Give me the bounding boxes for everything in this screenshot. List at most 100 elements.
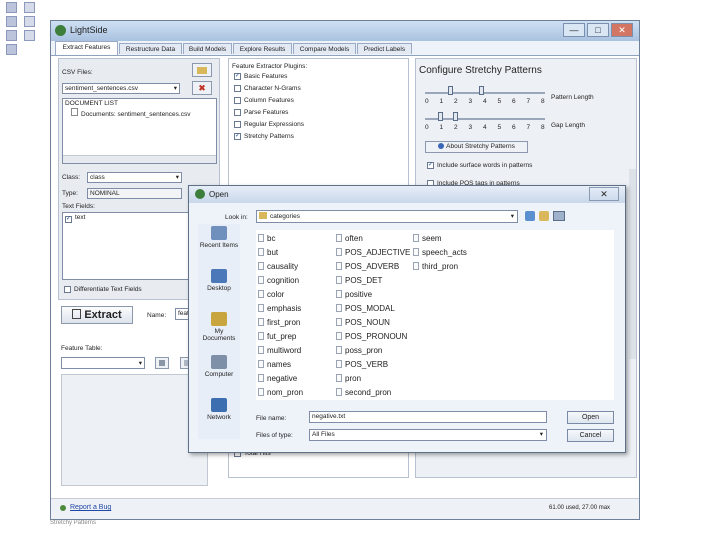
text-field-checkbox[interactable]: ✓ xyxy=(65,216,72,223)
tab-compare-models[interactable]: Compare Models xyxy=(293,43,356,54)
pattern-length-min-thumb[interactable] xyxy=(448,86,453,95)
plugin-label-basic[interactable]: Basic Features xyxy=(244,72,287,81)
file-list-item[interactable]: second_pron xyxy=(336,386,391,399)
look-in-select[interactable]: categories ▾ xyxy=(256,210,518,223)
file-list[interactable]: bc but causality cognition color emphasis firs… xyxy=(256,230,614,400)
file-list-item[interactable]: negative xyxy=(258,372,297,385)
cancel-button[interactable]: Cancel xyxy=(567,429,614,442)
csv-file-select[interactable]: sentiment_sentences.csv ▾ xyxy=(62,83,180,94)
file-list-item[interactable]: pron xyxy=(336,372,361,385)
file-list-item[interactable]: positive xyxy=(336,288,372,301)
pattern-length-track[interactable] xyxy=(425,92,545,94)
file-list-item[interactable]: speech_acts xyxy=(413,246,467,259)
file-list-item[interactable]: third_pron xyxy=(413,260,458,273)
tab-predict-labels[interactable]: Predict Labels xyxy=(357,43,412,54)
surface-words-checkbox[interactable]: ✓ xyxy=(427,162,434,169)
minimize-button[interactable]: — xyxy=(563,23,585,37)
plugin-checkbox-column[interactable] xyxy=(234,97,241,104)
plugin-checkbox-parse[interactable] xyxy=(234,109,241,116)
file-list-item[interactable]: POS_VERB xyxy=(336,358,388,371)
file-name: second_pron xyxy=(345,388,392,397)
tab-explore-results[interactable]: Explore Results xyxy=(233,43,292,54)
file-list-item[interactable]: multiword xyxy=(258,344,301,357)
plugin-checkbox-regex[interactable] xyxy=(234,121,241,128)
plugin-checkbox-basic[interactable]: ✓ xyxy=(234,73,241,80)
tab-extract-features[interactable]: Extract Features xyxy=(55,41,118,55)
text-file-icon xyxy=(258,276,264,284)
open-button[interactable]: Open xyxy=(567,411,614,424)
report-bug-link[interactable]: Report a Bug xyxy=(70,504,111,511)
class-select[interactable]: class ▾ xyxy=(87,172,182,183)
plugin-checkbox-stretchy[interactable]: ✓ xyxy=(234,133,241,140)
surface-words-label[interactable]: Include surface words in patterns xyxy=(437,161,532,170)
document-list[interactable]: DOCUMENT LIST Documents: sentiment_sente… xyxy=(62,98,217,164)
feature-table-select[interactable]: ▾ xyxy=(61,357,145,369)
file-list-item[interactable]: bc xyxy=(258,232,275,245)
view-menu-icon[interactable] xyxy=(553,211,565,221)
new-folder-icon[interactable] xyxy=(539,211,549,221)
file-list-item[interactable]: first_pron xyxy=(258,316,300,329)
file-type-select[interactable]: All Files ▾ xyxy=(309,429,547,441)
file-list-item[interactable]: poss_pron xyxy=(336,344,382,357)
place-recent-items[interactable]: Recent Items xyxy=(198,224,240,264)
file-list-item[interactable]: POS_MODAL xyxy=(336,302,395,315)
file-list-item[interactable]: fut_prep xyxy=(258,330,296,343)
place-network[interactable]: Network xyxy=(198,396,240,436)
file-list-item[interactable]: cognition xyxy=(258,274,299,287)
file-name-input[interactable]: negative.txt xyxy=(309,411,547,423)
file-list-item[interactable]: POS_NOUN xyxy=(336,316,390,329)
file-list-item[interactable]: nom_pron xyxy=(258,386,303,399)
place-my-documents[interactable]: My Documents xyxy=(198,310,240,350)
text-file-icon xyxy=(258,318,264,326)
gap-length-track[interactable] xyxy=(425,118,545,120)
file-name: first_pron xyxy=(267,318,301,327)
file-list-item[interactable]: POS_ADVERB xyxy=(336,260,399,273)
save-table-button[interactable] xyxy=(155,357,169,369)
file-list-item[interactable]: but xyxy=(258,246,278,259)
horizontal-scrollbar[interactable] xyxy=(63,155,216,163)
plugin-label-parse[interactable]: Parse Features xyxy=(244,108,288,117)
title-bar[interactable]: LightSide — □ ✕ xyxy=(51,21,639,41)
plugin-label-column[interactable]: Column Features xyxy=(244,96,294,105)
open-folder-button[interactable] xyxy=(192,63,212,77)
class-label: Class: xyxy=(62,174,81,181)
gap-length-max-thumb[interactable] xyxy=(453,112,458,121)
gap-length-min-thumb[interactable] xyxy=(438,112,443,121)
place-label: Recent Items xyxy=(199,242,239,249)
tab-restructure-data[interactable]: Restructure Data xyxy=(119,43,182,54)
plugin-label-stretchy[interactable]: Stretchy Patterns xyxy=(244,132,294,141)
place-desktop[interactable]: Desktop xyxy=(198,267,240,307)
vertical-scrollbar[interactable] xyxy=(629,169,636,359)
file-list-item[interactable]: emphasis xyxy=(258,302,301,315)
pattern-length-max-thumb[interactable] xyxy=(479,86,484,95)
plugin-checkbox-char-ngrams[interactable] xyxy=(234,85,241,92)
file-list-item[interactable]: names xyxy=(258,358,291,371)
file-list-item[interactable]: POS_PRONOUN xyxy=(336,330,407,343)
main-tabs: Extract Features Restructure Data Build … xyxy=(51,41,639,56)
place-label: Computer xyxy=(204,371,234,378)
about-stretchy-button[interactable]: About Stretchy Patterns xyxy=(425,141,528,153)
close-button[interactable]: ✕ xyxy=(611,23,633,37)
file-list-item[interactable]: causality xyxy=(258,260,298,273)
remove-file-button[interactable]: ✖ xyxy=(192,81,212,95)
file-list-item[interactable]: POS_ADJECTIVE xyxy=(336,246,410,259)
dialog-close-button[interactable]: ✕ xyxy=(589,187,619,201)
place-computer[interactable]: Computer xyxy=(198,353,240,393)
file-list-item[interactable]: color xyxy=(258,288,284,301)
extract-button[interactable]: Extract xyxy=(61,306,133,324)
text-file-icon xyxy=(258,304,264,312)
file-list-item[interactable]: seem xyxy=(413,232,442,245)
plugin-label-regex[interactable]: Regular Expressions xyxy=(244,120,304,129)
maximize-button[interactable]: □ xyxy=(587,23,609,37)
up-folder-icon[interactable] xyxy=(525,211,535,221)
file-list-item[interactable]: often xyxy=(336,232,363,245)
tab-build-models[interactable]: Build Models xyxy=(183,43,232,54)
text-file-icon xyxy=(258,262,264,270)
differentiate-checkbox[interactable] xyxy=(64,286,71,293)
document-list-item[interactable]: Documents: sentiment_sentences.csv xyxy=(65,108,216,119)
extract-button-label: Extract xyxy=(84,309,122,321)
file-name: nom_pron xyxy=(267,388,304,397)
dialog-title-bar[interactable]: Open ✕ xyxy=(189,186,625,203)
plugin-label-char-ngrams[interactable]: Character N-Grams xyxy=(244,84,301,93)
file-list-item[interactable]: POS_DET xyxy=(336,274,382,287)
